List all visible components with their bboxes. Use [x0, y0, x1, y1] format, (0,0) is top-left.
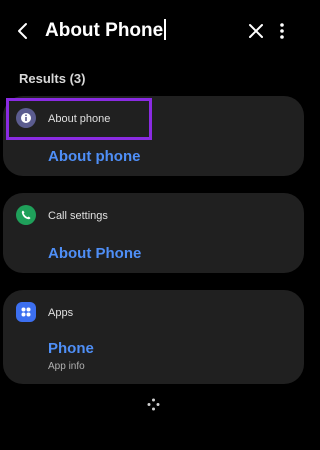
- close-icon[interactable]: [246, 21, 266, 41]
- result-link[interactable]: Phone: [48, 340, 94, 357]
- search-bar: About Phone: [0, 0, 307, 62]
- result-subtitle: App info: [48, 361, 85, 372]
- back-arrow-icon[interactable]: [12, 20, 34, 42]
- apps-grid-icon: [16, 302, 36, 322]
- result-category-row[interactable]: Call settings: [3, 193, 304, 239]
- result-card-apps: Apps Phone App info: [3, 290, 304, 384]
- results-heading: Results (3): [19, 71, 86, 86]
- search-input[interactable]: About Phone: [45, 19, 167, 42]
- result-category-label: Call settings: [48, 210, 108, 222]
- loading-dots-icon: [147, 398, 160, 411]
- result-link[interactable]: About Phone: [48, 245, 141, 262]
- result-category-row[interactable]: Apps: [3, 290, 304, 336]
- selection-highlight: [6, 98, 152, 140]
- more-vertical-icon[interactable]: [278, 21, 286, 41]
- phone-icon: [16, 205, 36, 225]
- result-card-call-settings: Call settings About Phone: [3, 193, 304, 273]
- result-category-label: Apps: [48, 307, 74, 319]
- search-query: About Phone: [45, 20, 164, 41]
- text-cursor: [164, 19, 167, 40]
- result-link[interactable]: About phone: [48, 148, 140, 165]
